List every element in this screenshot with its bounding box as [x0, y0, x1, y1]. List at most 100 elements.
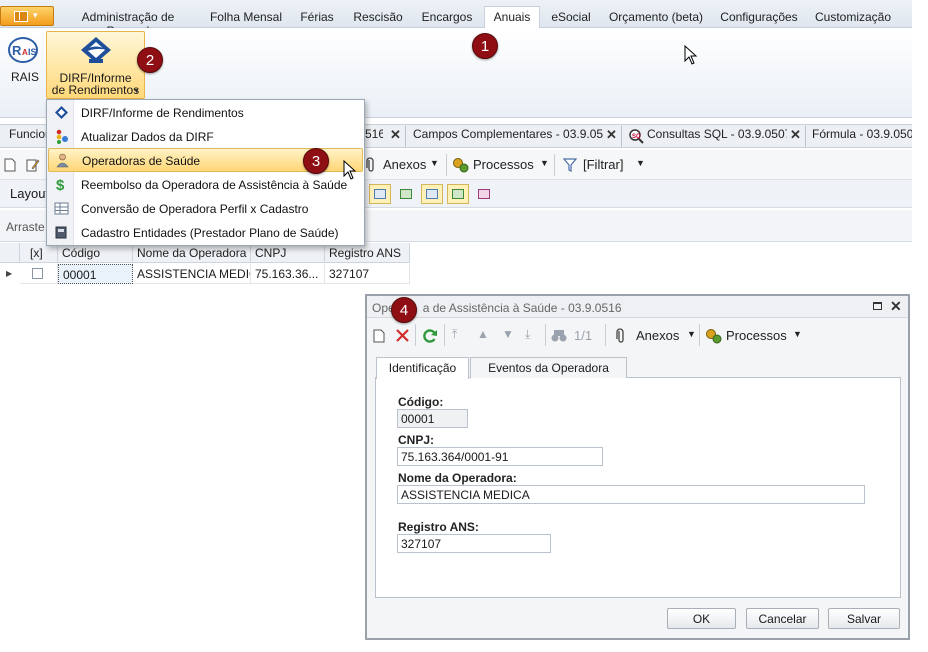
next-record-icon[interactable]: ▼ — [502, 327, 514, 341]
chevron-down-icon[interactable]: ▼ — [687, 329, 696, 339]
dialog-processos-button[interactable]: Processos — [726, 328, 787, 343]
layout-option-2-icon[interactable] — [395, 184, 417, 204]
table-cell-nome[interactable]: ASSISTENCIA MEDICA — [133, 264, 251, 284]
grid-indicator-header — [0, 243, 20, 263]
new-document-icon[interactable] — [4, 158, 16, 172]
tab-orcamento[interactable]: Orçamento (beta) — [605, 7, 707, 28]
table-row-checkbox-cell[interactable] — [20, 264, 58, 284]
tab-eventos-operadora[interactable]: Eventos da Operadora — [470, 357, 627, 378]
anexos-button[interactable]: Anexos — [383, 157, 426, 172]
mouse-cursor-icon — [343, 160, 357, 180]
layout-option-1-icon[interactable] — [369, 184, 391, 204]
binoculars-icon[interactable] — [551, 329, 567, 343]
doc-tab-campos-complementares[interactable]: Campos Complementares - 03.9.0507 — [413, 127, 603, 146]
layout-option-3-icon[interactable] — [421, 184, 443, 204]
new-document-icon[interactable] — [373, 329, 385, 343]
previous-record-icon[interactable]: ▲ — [477, 327, 489, 341]
tab-encargos[interactable]: Encargos — [416, 7, 478, 28]
grid-header-cnpj[interactable]: CNPJ — [251, 243, 325, 263]
doc-tab-partial[interactable]: 516 — [365, 127, 383, 146]
tab-identificacao[interactable]: Identificação — [376, 357, 469, 379]
delete-icon[interactable] — [396, 329, 409, 342]
sql-query-icon: SQ — [629, 129, 644, 144]
font-color-icon[interactable] — [473, 184, 495, 204]
maximize-icon[interactable] — [873, 302, 882, 310]
codigo-field[interactable]: 00001 — [397, 409, 468, 428]
last-record-icon[interactable]: ⤓ — [525, 327, 530, 342]
rais-label[interactable]: RAIS — [11, 70, 39, 84]
tab-rescisao[interactable]: Rescisão — [350, 7, 406, 28]
tab-configuracoes[interactable]: Configurações — [717, 7, 801, 28]
menu-item-label: Atualizar Dados da DIRF — [81, 130, 214, 144]
grid-header-registro[interactable]: Registro ANS — [325, 243, 410, 263]
cnpj-field[interactable]: 75.163.364/0001-91 — [397, 447, 603, 466]
close-icon[interactable]: ✕ — [790, 127, 801, 143]
layout-option-4-icon[interactable] — [447, 184, 469, 204]
toolbar-separator — [554, 154, 555, 176]
grid-header-select[interactable]: [x] — [20, 243, 58, 263]
table-cell-registro[interactable]: 327107 — [325, 264, 410, 284]
chevron-down-icon: ▾ — [33, 10, 38, 20]
application-menu-button[interactable]: ▾ — [0, 6, 54, 26]
menu-item-label: DIRF/Informe de Rendimentos — [81, 106, 244, 120]
tab-ferias[interactable]: Férias — [294, 7, 340, 28]
registro-ans-label: Registro ANS: — [398, 520, 479, 534]
grid-header-nome[interactable]: Nome da Operadora — [133, 243, 251, 263]
menu-item-cadastro-entidades[interactable]: Cadastro Entidades (Prestador Plano de S… — [48, 221, 363, 245]
filter-icon — [563, 158, 577, 172]
nome-operadora-field[interactable]: ASSISTENCIA MEDICA — [397, 485, 865, 504]
registro-ans-field[interactable]: 327107 — [397, 534, 551, 553]
menu-item-reembolso[interactable]: $ Reembolso da Operadora de Assistência … — [48, 173, 363, 197]
refresh-icon[interactable] — [422, 328, 438, 344]
dialog-anexos-button[interactable]: Anexos — [636, 328, 679, 343]
paperclip-icon — [366, 157, 374, 172]
doc-tab-formula[interactable]: Fórmula - 03.9.0507 — [812, 127, 912, 146]
close-icon[interactable]: ✕ — [606, 127, 617, 143]
processos-button[interactable]: Processos — [473, 157, 534, 172]
menu-item-conversao[interactable]: Conversão de Operadora Perfil x Cadastro — [48, 197, 363, 221]
filtrar-button[interactable]: [Filtrar] — [583, 157, 623, 172]
save-button[interactable]: Salvar — [828, 608, 900, 629]
dirf-dropdown-button[interactable]: DIRF/Informe de Rendimentos ▼ — [46, 31, 145, 99]
toolbar-separator — [415, 324, 416, 346]
book-icon — [55, 226, 67, 239]
menu-item-atualizar-dirf[interactable]: Atualizar Dados da DIRF — [48, 125, 363, 149]
dollar-icon: $ — [56, 177, 65, 192]
table-cell-codigo[interactable]: 00001 — [58, 264, 133, 284]
tab-administracao-pessoal[interactable]: Administração de Pessoal — [60, 7, 196, 38]
chevron-down-icon[interactable]: ▼ — [430, 158, 439, 168]
tab-separator — [805, 126, 806, 147]
chevron-down-icon[interactable]: ▼ — [636, 158, 645, 168]
tab-esocial[interactable]: eSocial — [545, 7, 597, 28]
step-badge-1: 1 — [472, 33, 498, 59]
edit-icon[interactable] — [26, 158, 40, 172]
row-checkbox[interactable] — [32, 268, 43, 279]
close-icon[interactable]: ✕ — [390, 127, 401, 143]
receita-icon — [55, 106, 68, 119]
layout-label[interactable]: Layout — [10, 186, 49, 201]
doc-tab-consultas-sql[interactable]: Consultas SQL - 03.9.0507 — [647, 127, 787, 146]
tab-folha-mensal[interactable]: Folha Mensal — [205, 7, 287, 28]
dialog-title-rest: a de Assistência à Saúde - 03.9.0516 — [422, 301, 622, 315]
menu-item-label: Conversão de Operadora Perfil x Cadastro — [81, 202, 309, 216]
doc-tab-funcionarios[interactable]: Funcion — [9, 127, 47, 146]
chevron-down-icon[interactable]: ▼ — [540, 158, 549, 168]
table-cell-cnpj[interactable]: 75.163.36... — [251, 264, 325, 284]
receita-federal-icon — [81, 37, 111, 63]
cancel-button[interactable]: Cancelar — [746, 608, 819, 629]
tab-customizacao[interactable]: Customização — [810, 7, 896, 28]
tab-anuais[interactable]: Anuais — [484, 6, 540, 29]
menu-item-label: Reembolso da Operadora de Assistência à … — [81, 178, 348, 192]
dirf-label-line2: de Rendimentos — [51, 83, 140, 97]
first-record-icon[interactable]: ⤒ — [452, 327, 457, 342]
gears-icon — [453, 158, 469, 173]
menu-item-dirf-informe[interactable]: DIRF/Informe de Rendimentos — [48, 101, 363, 125]
svg-text:$: $ — [56, 177, 65, 192]
grid-header-codigo[interactable]: Código — [58, 243, 133, 263]
close-icon[interactable]: ✕ — [890, 298, 902, 315]
step-badge-4: 4 — [391, 297, 417, 323]
ok-button[interactable]: OK — [667, 608, 736, 629]
chevron-down-icon[interactable]: ▼ — [793, 329, 802, 339]
toolbar-separator — [605, 324, 606, 346]
rais-icon[interactable]: R A IS — [8, 36, 38, 64]
